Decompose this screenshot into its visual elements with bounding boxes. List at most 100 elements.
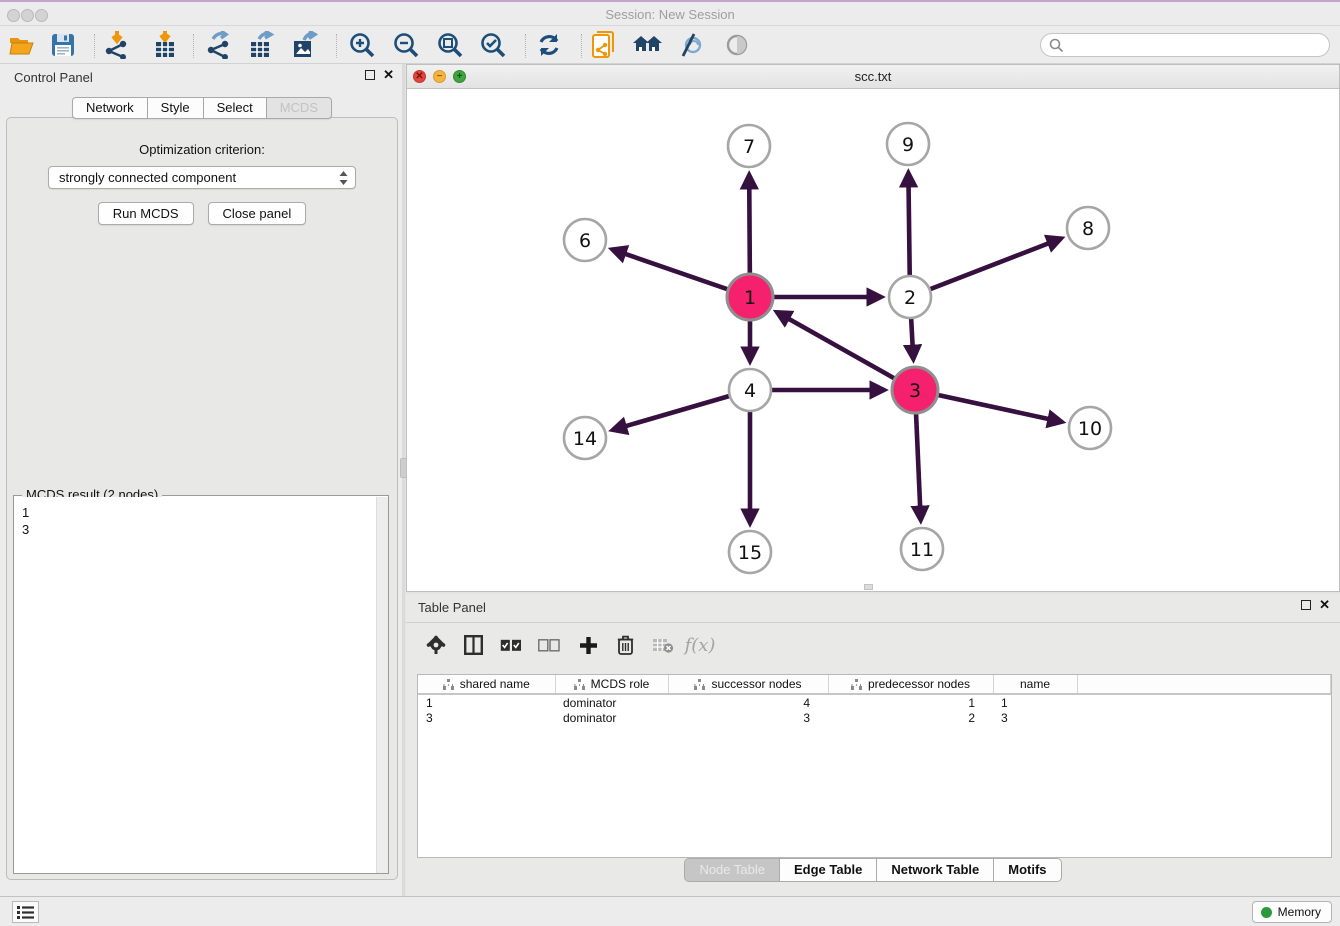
table-tab-node-table[interactable]: Node Table	[684, 858, 780, 882]
graph-node-label-3: 3	[909, 380, 921, 402]
export-image-icon[interactable]	[288, 29, 322, 61]
criterion-dropdown[interactable]: strongly connected component	[48, 166, 356, 189]
network-window-titlebar[interactable]: ✕ − + scc.txt	[407, 65, 1339, 89]
unselect-all-columns-icon[interactable]	[533, 630, 565, 660]
graph-node-label-14: 14	[573, 428, 597, 450]
table-tab-motifs[interactable]: Motifs	[994, 858, 1061, 882]
graph-edge-1-7[interactable]	[749, 175, 750, 274]
search-input[interactable]	[1040, 33, 1330, 57]
graph-edge-3-11[interactable]	[916, 413, 921, 520]
graph-node-label-8: 8	[1082, 218, 1094, 240]
graph-edge-2-9[interactable]	[908, 173, 909, 276]
column-header-filler	[1077, 675, 1331, 694]
chevron-updown-icon	[338, 170, 349, 186]
column-header-shared-name[interactable]: shared name	[418, 675, 555, 694]
column-header-mcds-role[interactable]: MCDS role	[555, 675, 668, 694]
table-tab-edge-table[interactable]: Edge Table	[780, 858, 877, 882]
export-table-icon[interactable]	[245, 29, 279, 61]
import-network-icon[interactable]	[100, 29, 134, 61]
select-all-columns-icon[interactable]	[495, 630, 527, 660]
graph-edge-2-3[interactable]	[911, 318, 913, 359]
toolbar-separator	[336, 34, 337, 58]
toolbar-separator	[193, 34, 194, 58]
search-icon	[1049, 38, 1064, 53]
mcds-result-text[interactable]: 1 3	[14, 497, 376, 873]
graph-edge-3-1[interactable]	[777, 312, 895, 378]
control-panel-title: Control Panel	[14, 70, 93, 85]
save-session-icon[interactable]	[46, 29, 80, 61]
network-graph[interactable]: 7 9 6 8 1 2 4 3 14 10 15 11	[407, 89, 1339, 592]
export-network-icon[interactable]	[201, 29, 235, 61]
toolbar-separator	[525, 34, 526, 58]
table-mode-icon[interactable]	[457, 630, 489, 660]
graph-edge-1-6[interactable]	[612, 249, 728, 289]
close-panel-icon[interactable]: ✕	[383, 70, 394, 80]
toolbar-separator	[94, 34, 95, 58]
hide-glasses-icon[interactable]	[674, 29, 708, 61]
node-table-header-row: shared nameMCDS rolesuccessor nodesprede…	[418, 675, 1331, 694]
memory-label: Memory	[1278, 905, 1321, 919]
node-table[interactable]: shared nameMCDS rolesuccessor nodesprede…	[417, 674, 1332, 858]
status-bar: Memory	[0, 896, 1340, 926]
column-header-name[interactable]: name	[993, 675, 1077, 694]
memory-button[interactable]: Memory	[1252, 901, 1332, 923]
tab-style[interactable]: Style	[148, 97, 204, 119]
delete-column-icon[interactable]	[609, 630, 641, 660]
column-settings-icon[interactable]	[420, 630, 452, 660]
add-column-icon[interactable]	[572, 630, 604, 660]
app-titlebar: Session: New Session	[0, 0, 1340, 26]
control-panel: Control Panel ✕ NetworkStyleSelectMCDS O…	[0, 64, 404, 896]
table-tabs: Node TableEdge TableNetwork TableMotifs	[406, 858, 1340, 882]
zoom-selected-icon[interactable]	[476, 29, 510, 61]
zoom-out-icon[interactable]	[389, 29, 423, 61]
network-window: ✕ − + scc.txt 7 9 6 8 1 2 4 3 14 10 15 11	[406, 64, 1340, 592]
table-row[interactable]: 3dominator323	[418, 710, 1331, 726]
graph-edge-2-8[interactable]	[930, 238, 1061, 289]
graph-node-label-4: 4	[744, 380, 756, 402]
column-header-predecessor-nodes[interactable]: predecessor nodes	[828, 675, 993, 694]
task-history-button[interactable]	[12, 901, 39, 923]
show-eye-icon[interactable]	[720, 29, 754, 61]
column-header-successor-nodes[interactable]: successor nodes	[668, 675, 828, 694]
main-toolbar	[0, 26, 1340, 64]
graph-edge-4-14[interactable]	[613, 396, 730, 430]
tab-mcds[interactable]: MCDS	[267, 97, 332, 119]
table-tab-network-table[interactable]: Network Table	[877, 858, 994, 882]
graph-node-label-6: 6	[579, 230, 591, 252]
network-canvas[interactable]: 7 9 6 8 1 2 4 3 14 10 15 11	[407, 89, 1339, 591]
graph-node-label-15: 15	[738, 542, 762, 564]
network-window-title: scc.txt	[407, 69, 1339, 84]
table-row[interactable]: 1dominator411	[418, 694, 1331, 710]
graph-node-label-2: 2	[904, 287, 916, 309]
tab-network[interactable]: Network	[72, 97, 148, 119]
list-icon	[17, 906, 34, 919]
float-table-panel-icon[interactable]	[1301, 600, 1311, 610]
graph-node-label-11: 11	[910, 539, 934, 561]
delete-table-icon[interactable]	[647, 630, 679, 660]
function-builder-icon[interactable]: f(x)	[684, 630, 716, 660]
memory-status-icon	[1261, 907, 1272, 918]
close-panel-button[interactable]: Close panel	[208, 202, 307, 225]
import-table-icon[interactable]	[148, 29, 182, 61]
close-table-panel-icon[interactable]: ✕	[1319, 600, 1330, 610]
run-mcds-button[interactable]: Run MCDS	[98, 202, 194, 225]
panel-splitter[interactable]	[402, 64, 405, 896]
canvas-resize-handle[interactable]	[864, 584, 873, 590]
graph-node-label-10: 10	[1078, 418, 1102, 440]
zoom-in-icon[interactable]	[345, 29, 379, 61]
tab-select[interactable]: Select	[204, 97, 267, 119]
graph-node-label-1: 1	[744, 287, 756, 309]
mcds-result-box: MCDS result (2 nodes) 1 3	[13, 495, 389, 874]
network-from-file-icon[interactable]	[587, 29, 621, 61]
float-panel-icon[interactable]	[365, 70, 375, 80]
optimization-criterion-label: Optimization criterion:	[7, 142, 397, 157]
graph-node-label-9: 9	[902, 134, 914, 156]
home-view-icon[interactable]	[631, 29, 665, 61]
zoom-fit-icon[interactable]	[433, 29, 467, 61]
result-scrollbar[interactable]	[376, 497, 388, 873]
graph-node-label-7: 7	[743, 136, 755, 158]
graph-edge-3-10[interactable]	[937, 395, 1061, 422]
open-session-icon[interactable]	[5, 29, 39, 61]
refresh-layout-icon[interactable]	[532, 29, 566, 61]
session-title: Session: New Session	[0, 7, 1340, 22]
